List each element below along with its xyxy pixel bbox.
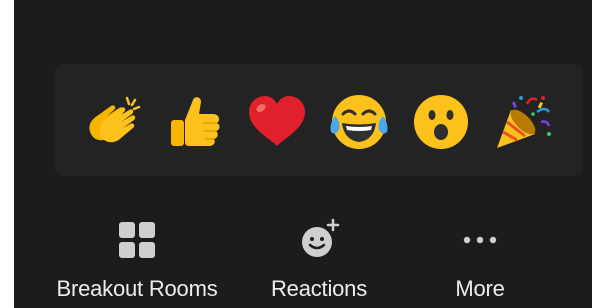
- more-label: More: [455, 276, 505, 301]
- thumbs-up-icon[interactable]: [163, 90, 227, 154]
- breakout-rooms-label: Breakout Rooms: [56, 276, 218, 301]
- heart-icon[interactable]: [245, 90, 309, 154]
- more-icon: [458, 218, 502, 262]
- breakout-rooms-icon: [115, 218, 159, 262]
- party-popper-icon[interactable]: [491, 90, 555, 154]
- surprised-icon[interactable]: [409, 90, 473, 154]
- reactions-label: Reactions: [270, 276, 368, 301]
- reactions-button[interactable]: Reactions: [260, 218, 378, 308]
- reactions-panel: [55, 64, 583, 176]
- add-reaction-icon: [297, 218, 341, 262]
- breakout-rooms-button[interactable]: Breakout Rooms: [48, 218, 226, 308]
- meeting-controls-area: Breakout Rooms Reactions More: [14, 0, 592, 308]
- clap-icon[interactable]: [81, 90, 145, 154]
- window-left-edge: [0, 0, 14, 308]
- more-button[interactable]: More: [440, 218, 520, 308]
- window-right-edge: [592, 0, 598, 308]
- tears-of-joy-icon[interactable]: [327, 90, 391, 154]
